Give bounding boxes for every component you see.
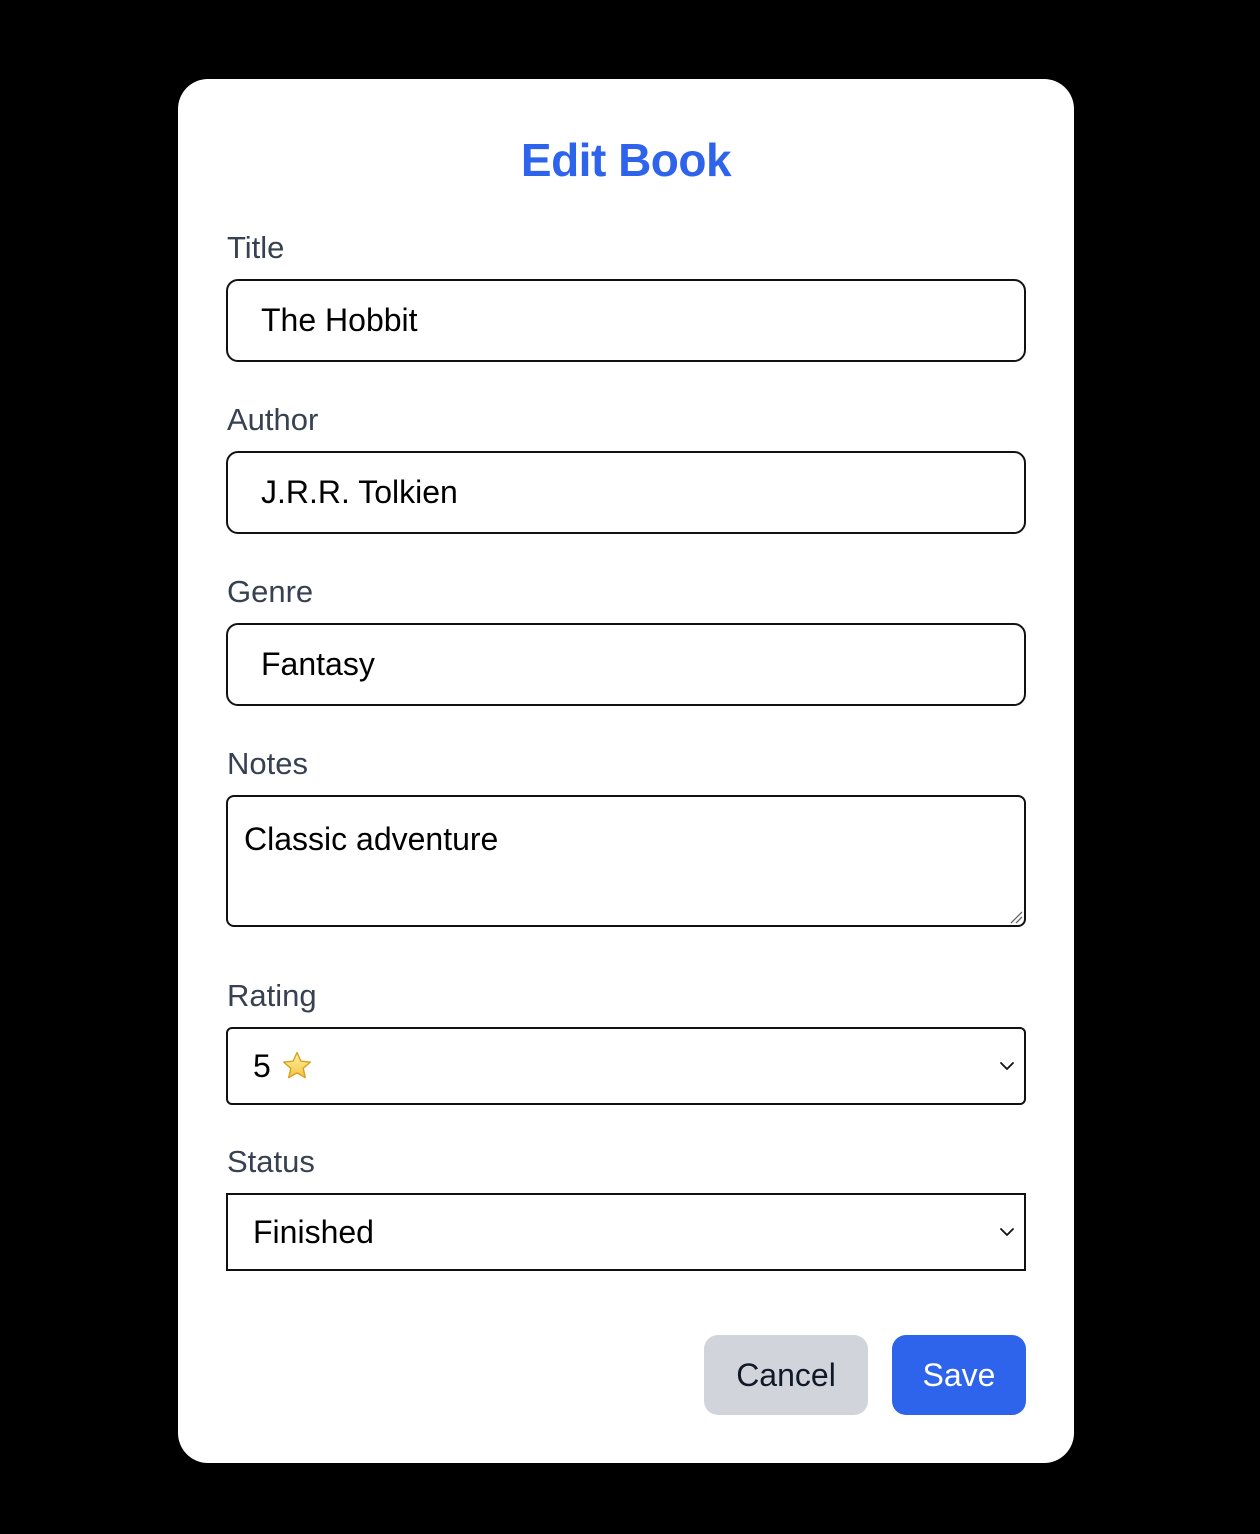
status-selected-value: Finished — [253, 1213, 374, 1250]
title-input[interactable] — [226, 279, 1026, 362]
author-input[interactable] — [226, 451, 1026, 534]
star-icon — [282, 1051, 311, 1079]
rating-label: Rating — [227, 978, 317, 1013]
status-label: Status — [227, 1144, 315, 1179]
author-label: Author — [227, 402, 319, 437]
dialog-title: Edit Book — [520, 134, 732, 186]
genre-input[interactable] — [226, 623, 1026, 706]
chevron-down-icon — [1000, 1062, 1014, 1070]
status-select[interactable]: Finished — [226, 1193, 1026, 1271]
title-label: Title — [227, 230, 285, 265]
cancel-button[interactable]: Cancel — [704, 1335, 868, 1415]
notes-label: Notes — [227, 746, 308, 781]
notes-textarea[interactable]: Classic adventure — [226, 795, 1026, 927]
rating-selected-value: 5 — [253, 1047, 271, 1084]
resize-handle-icon[interactable] — [1007, 908, 1023, 924]
rating-select[interactable]: 5 — [226, 1027, 1026, 1105]
save-button[interactable]: Save — [892, 1335, 1026, 1415]
notes-wrapper: Classic adventure — [178, 795, 1074, 927]
edit-book-dialog: Edit Book Title Author Genre Notes Class… — [178, 79, 1074, 1463]
chevron-down-icon — [1000, 1228, 1014, 1236]
genre-label: Genre — [227, 574, 314, 609]
